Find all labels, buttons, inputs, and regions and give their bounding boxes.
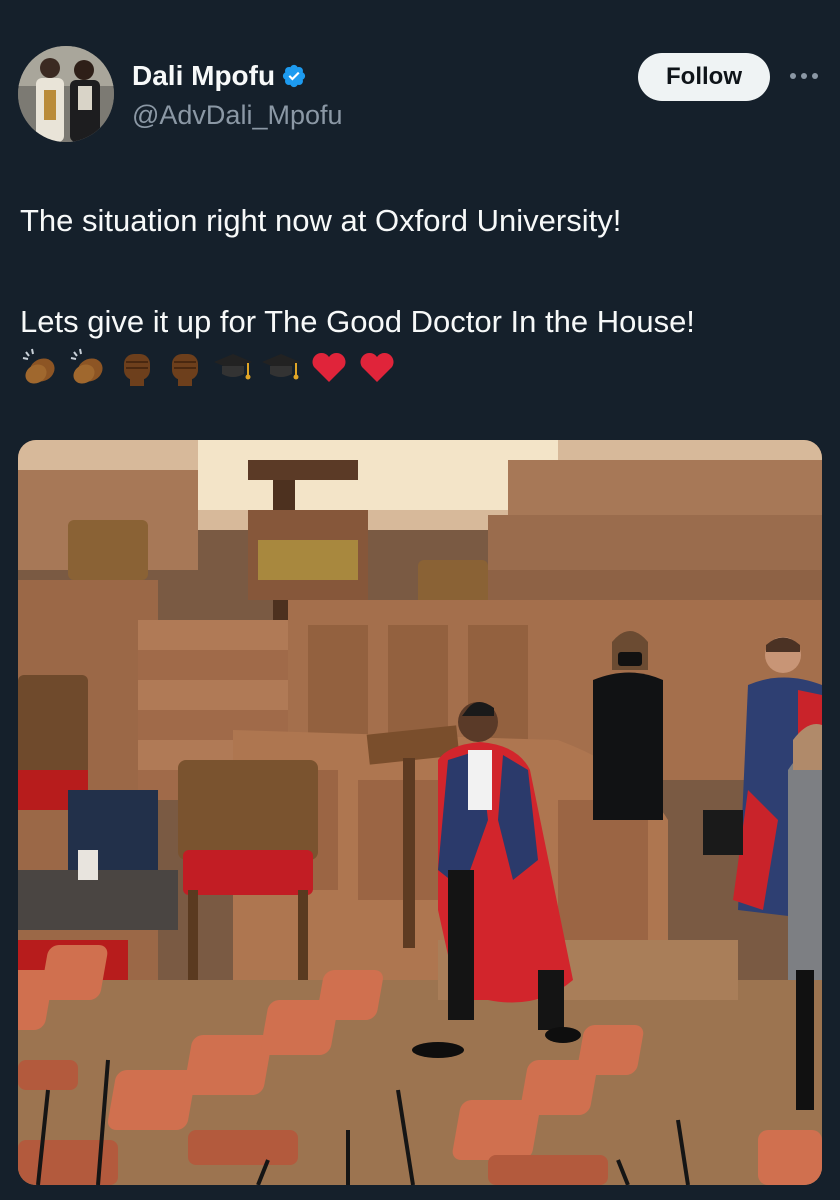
tweet: Dali Mpofu @AdvDali_Mpofu Follow The sit… bbox=[0, 0, 840, 1200]
tweet-line-1: The situation right now at Oxford Univer… bbox=[20, 203, 622, 238]
raised-fist-icon bbox=[124, 354, 150, 386]
avatar[interactable] bbox=[18, 46, 114, 142]
tweet-text: The situation right now at Oxford Univer… bbox=[20, 200, 820, 388]
display-name[interactable]: Dali Mpofu bbox=[132, 60, 275, 92]
tweet-header: Dali Mpofu @AdvDali_Mpofu Follow bbox=[18, 46, 828, 146]
handle[interactable]: @AdvDali_Mpofu bbox=[132, 100, 343, 131]
name-block: Dali Mpofu @AdvDali_Mpofu bbox=[132, 60, 343, 131]
clapping-hands-icon bbox=[70, 348, 103, 384]
more-horizontal-icon[interactable] bbox=[790, 66, 822, 86]
emoji-row bbox=[20, 346, 820, 388]
red-heart-icon bbox=[360, 352, 394, 382]
tweet-photo[interactable] bbox=[18, 440, 822, 1185]
follow-button[interactable]: Follow bbox=[638, 53, 770, 101]
red-heart-icon bbox=[312, 352, 346, 382]
display-name-row: Dali Mpofu bbox=[132, 60, 343, 92]
tweet-line-2: Lets give it up for The Good Doctor In t… bbox=[20, 304, 695, 339]
graduation-cap-icon bbox=[262, 354, 300, 380]
verified-badge-icon bbox=[281, 63, 307, 89]
graduation-cap-icon bbox=[214, 354, 252, 380]
clapping-hands-icon bbox=[22, 348, 55, 384]
raised-fist-icon bbox=[172, 354, 198, 386]
